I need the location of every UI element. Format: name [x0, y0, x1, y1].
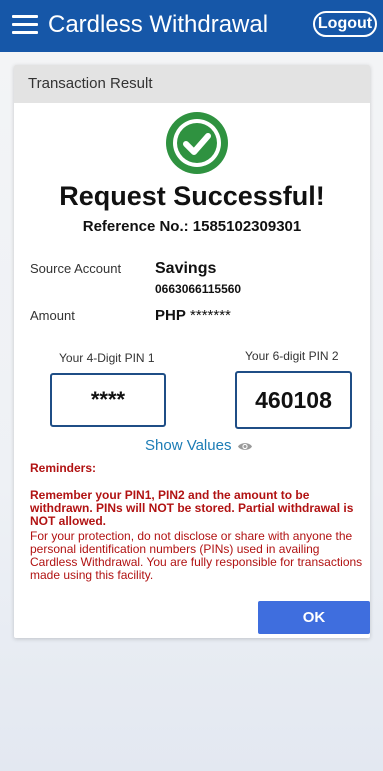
logout-button[interactable]: Logout [313, 11, 377, 37]
reminders-notice: For your protection, do not disclose or … [30, 529, 363, 582]
page-title: Cardless Withdrawal [48, 11, 269, 38]
amount-value: PHP ******* [155, 307, 231, 324]
reminders-title: Reminders: [30, 461, 97, 475]
transaction-result-card: Transaction Result Request Successful! R… [14, 65, 370, 638]
pin2-field: 460108 [235, 371, 352, 429]
account-type: Savings [155, 260, 217, 277]
success-check-icon [166, 112, 228, 174]
reminders-important: Remember your PIN1, PIN2 and the amount … [30, 488, 354, 528]
source-account-label: Source Account [30, 261, 122, 276]
account-number: 0663066115560 [155, 282, 242, 296]
ok-button[interactable]: OK [258, 601, 370, 634]
eye-icon[interactable] [237, 441, 253, 452]
pin1-label: Your 4-Digit PIN 1 [59, 351, 155, 365]
app-header: Cardless Withdrawal Logout [0, 0, 383, 52]
menu-icon[interactable] [12, 15, 38, 35]
amount-currency: PHP [155, 307, 186, 324]
amount-label: Amount [30, 308, 75, 323]
amount-masked: ******* [190, 307, 231, 324]
pin1-field: **** [50, 373, 166, 427]
pin2-label: Your 6-digit PIN 2 [245, 349, 339, 363]
success-headline: Request Successful! [59, 181, 325, 211]
show-values-link[interactable]: Show Values [145, 437, 231, 454]
reference-number: Reference No.: 1585102309301 [82, 218, 302, 235]
card-title: Transaction Result [14, 65, 370, 103]
